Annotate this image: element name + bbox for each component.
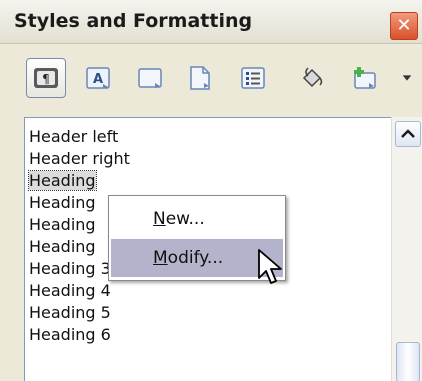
list-styles-button[interactable] [233,58,273,98]
panel-titlebar: Styles and Formatting ✕ [0,0,422,44]
list-item[interactable]: Heading 6 [25,324,385,346]
paragraph-styles-button[interactable]: ¶ [26,58,66,98]
frame-styles-icon [138,68,162,88]
new-style-from-selection-button[interactable] [344,58,384,98]
new-style-from-selection-icon [354,67,376,89]
list-styles-icon [241,67,265,89]
svg-text:A: A [93,72,103,87]
styles-and-formatting-panel: Styles and Formatting ✕ ¶ A Header left … [0,0,422,381]
scroll-up-button[interactable] [395,121,421,147]
panel-title: Styles and Formatting [14,10,253,32]
fill-format-mode-icon [302,67,323,88]
vertical-scrollbar[interactable] [391,117,422,381]
chevron-up-icon [401,129,415,138]
fill-format-mode-button[interactable] [292,58,332,98]
page-styles-button[interactable] [180,58,220,98]
close-icon: ✕ [396,15,412,36]
toolbar-dropdown-button[interactable] [396,58,418,98]
list-item-selected[interactable]: Heading [25,170,385,192]
list-item[interactable]: Header left [25,126,385,148]
character-styles-icon: A [86,67,110,89]
svg-text:¶: ¶ [42,72,50,86]
paragraph-styles-icon: ¶ [34,68,58,88]
list-item[interactable]: Header right [25,148,385,170]
menu-item-new[interactable]: New... [111,200,283,238]
list-item[interactable]: Heading 4 [25,280,385,302]
character-styles-button[interactable]: A [78,58,118,98]
list-item[interactable]: Heading 5 [25,302,385,324]
style-family-toolbar: ¶ A [0,48,422,110]
scrollbar-thumb[interactable] [396,342,420,381]
page-styles-icon [190,66,210,90]
frame-styles-button[interactable] [130,58,170,98]
mouse-pointer-icon [258,249,282,284]
close-button[interactable]: ✕ [390,12,418,40]
dropdown-arrow-icon [402,75,412,81]
